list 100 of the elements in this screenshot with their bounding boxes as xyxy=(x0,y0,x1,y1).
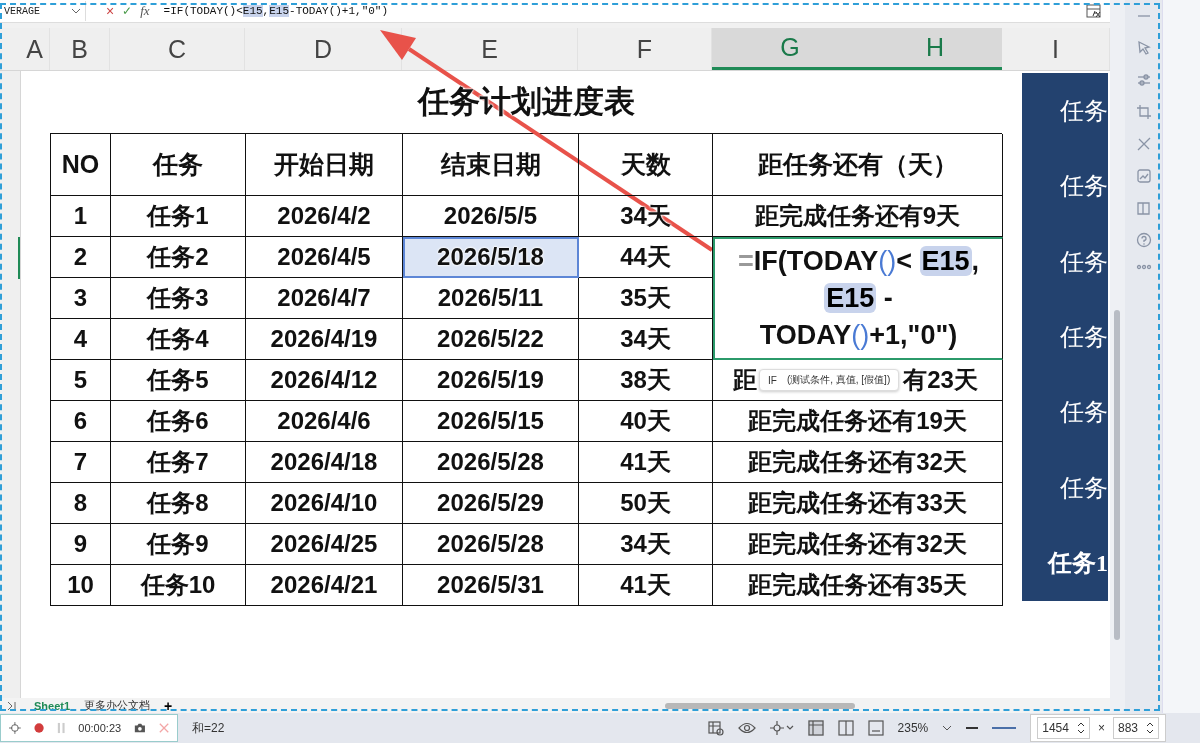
page-view-icon[interactable] xyxy=(867,720,884,736)
banner-text: 任务 xyxy=(1060,96,1108,126)
column-header[interactable]: A xyxy=(20,28,50,70)
table-cell: 2026/4/19 xyxy=(246,319,403,360)
eye-icon[interactable] xyxy=(737,722,756,734)
camera-icon[interactable] xyxy=(134,722,146,734)
split-view-icon[interactable] xyxy=(837,720,854,736)
table-cell: 任务10 xyxy=(111,565,246,606)
crop-icon[interactable] xyxy=(1135,104,1152,120)
cursor-icon[interactable] xyxy=(1135,40,1152,56)
argument-hint: (测试条件, 真值, [假值]) xyxy=(786,373,891,387)
table-cell: 1 xyxy=(51,196,111,237)
banner-text: 任务 xyxy=(1060,322,1108,352)
column-header[interactable]: G xyxy=(712,28,868,70)
height-field[interactable]: 883 xyxy=(1112,717,1159,739)
table-cell: 距完成任务还有32天 xyxy=(713,524,1003,565)
formula-panel-icon[interactable] xyxy=(1086,3,1102,19)
banner-text: 任务 xyxy=(1060,247,1108,277)
table-cell: 2026/5/15 xyxy=(403,401,579,442)
table-cell: 8 xyxy=(51,483,111,524)
name-box[interactable]: VERAGE xyxy=(0,1,86,21)
zoom-level[interactable]: 235% xyxy=(897,721,929,735)
scroll-thumb[interactable] xyxy=(1114,310,1120,640)
table-cell[interactable]: 2026/5/18 xyxy=(403,237,579,278)
table-settings-icon[interactable] xyxy=(707,720,724,736)
table-cell: 任务8 xyxy=(111,483,246,524)
table-cell: 35天 xyxy=(579,278,713,319)
table-cell: 2026/4/7 xyxy=(246,278,403,319)
banner-text: 任务 xyxy=(1060,473,1108,503)
table-cell: 2026/4/10 xyxy=(246,483,403,524)
width-field[interactable]: 1454 xyxy=(1037,717,1090,739)
cell-editor[interactable]: =IF(TODAY()< E15, E15 - TODAY()+1,"0") xyxy=(713,237,1003,360)
cell-text: 有23天 xyxy=(903,365,978,395)
cancel-button[interactable]: × xyxy=(106,3,115,19)
table-cell: 38天 xyxy=(579,360,713,401)
spin-icon xyxy=(1076,721,1085,735)
more-icon[interactable] xyxy=(1135,264,1152,270)
table-cell: 任务7 xyxy=(111,442,246,483)
table-cell: 44天 xyxy=(579,237,713,278)
table-cell: 41天 xyxy=(579,565,713,606)
table-cell: 距完成任务还有19天 xyxy=(713,401,1003,442)
horizontal-scroll-thumb[interactable] xyxy=(665,703,855,709)
banner-text: 任务 xyxy=(1060,172,1108,202)
scrollbar[interactable] xyxy=(1110,0,1125,713)
table-cell: 任务9 xyxy=(111,524,246,565)
table-cell: 2026/4/18 xyxy=(246,442,403,483)
table-header-cell: 天数 xyxy=(579,134,713,196)
table-cell: 2026/4/21 xyxy=(246,565,403,606)
table-cell: 10 xyxy=(51,565,111,606)
caret-icon[interactable] xyxy=(942,725,953,731)
close-icon[interactable] xyxy=(158,722,169,734)
table-cell: 2026/5/29 xyxy=(403,483,579,524)
sliders-icon[interactable] xyxy=(1135,72,1152,88)
column-header[interactable]: B xyxy=(50,28,110,70)
column-header[interactable]: C xyxy=(110,28,245,70)
table-cell: 7 xyxy=(51,442,111,483)
normal-view-icon[interactable] xyxy=(807,720,824,736)
zoom-out-icon[interactable] xyxy=(966,726,979,730)
crosshair-icon[interactable] xyxy=(9,721,21,735)
table-cell: 34天 xyxy=(579,319,713,360)
table-cell: 2026/5/28 xyxy=(403,442,579,483)
add-sheet-button[interactable]: + xyxy=(164,697,173,714)
table-cell: 40天 xyxy=(579,401,713,442)
cell-text: 距 xyxy=(733,365,757,395)
banner-text: 任务 xyxy=(1060,398,1108,428)
table-cell: 任务2 xyxy=(111,237,246,278)
table-cell: 2 xyxy=(51,237,111,278)
table-cell: 3 xyxy=(51,278,111,319)
pause-icon[interactable] xyxy=(56,722,66,734)
chart-icon[interactable] xyxy=(1135,168,1152,184)
table-cell: 41天 xyxy=(579,442,713,483)
table-header-cell: 距任务还有（天） xyxy=(713,134,1003,196)
table-header-cell: NO xyxy=(51,134,111,196)
table-cell: 距完成任务还有33天 xyxy=(713,483,1003,524)
times-sign: × xyxy=(1097,721,1105,735)
column-header[interactable]: H xyxy=(868,28,1002,70)
confirm-button[interactable]: ✓ xyxy=(122,4,133,18)
table-cell: 距完成任务还有32天 xyxy=(713,442,1003,483)
table-cell: 2026/4/2 xyxy=(246,196,403,237)
record-time: 00:00:23 xyxy=(78,722,122,734)
table-header-cell: 任务 xyxy=(111,134,246,196)
caret-icon xyxy=(71,8,81,14)
banner-text: 任务1 xyxy=(1048,549,1108,579)
function-name: IF xyxy=(768,374,777,386)
table-header-cell: 开始日期 xyxy=(246,134,403,196)
table-cell: 50天 xyxy=(579,483,713,524)
table-cell: 任务5 xyxy=(111,360,246,401)
function-button[interactable]: fx xyxy=(140,3,150,19)
table-cell: 2026/5/11 xyxy=(403,278,579,319)
table-cell: 2026/4/25 xyxy=(246,524,403,565)
record-icon[interactable] xyxy=(33,722,44,734)
table-cell: 9 xyxy=(51,524,111,565)
formula-field[interactable]: =IF(TODAY()<E15,E15-TODAY()+1,"0") xyxy=(163,5,1078,17)
help-icon[interactable] xyxy=(1135,232,1152,248)
table-cell: 2026/5/22 xyxy=(403,319,579,360)
table-cell: 34天 xyxy=(579,524,713,565)
table-cell: 任务4 xyxy=(111,319,246,360)
table-cell: 任务1 xyxy=(111,196,246,237)
table-cell: 6 xyxy=(51,401,111,442)
table-cell: 2026/5/19 xyxy=(403,360,579,401)
